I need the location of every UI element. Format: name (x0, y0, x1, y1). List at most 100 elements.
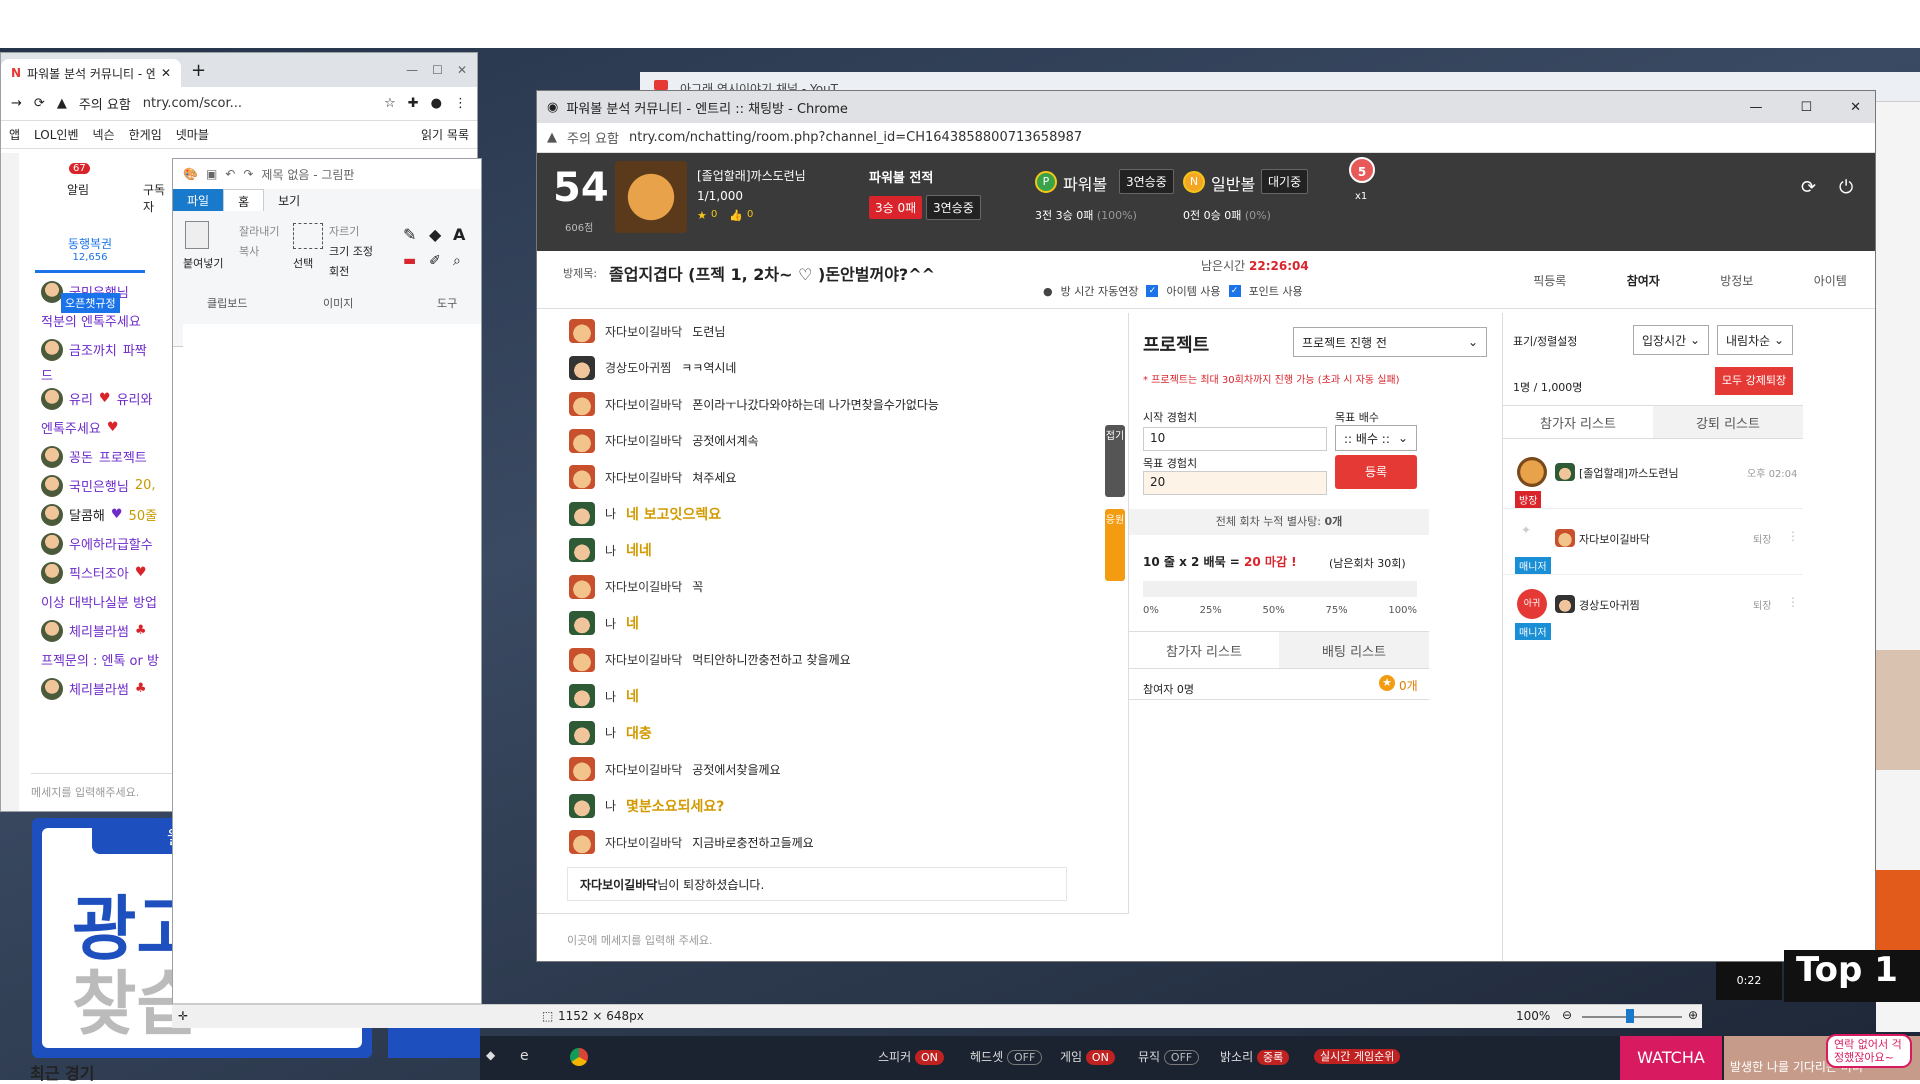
sort-field-select[interactable]: 입장시간 ⌄ (1633, 325, 1709, 355)
text-icon[interactable]: A (453, 225, 465, 244)
chrome-icon[interactable] (570, 1048, 588, 1066)
magnifier-icon[interactable]: ⌕ (453, 253, 461, 269)
level-avatar-icon[interactable] (569, 793, 595, 818)
tab-participant-list[interactable]: 참가자 리스트 (1503, 406, 1653, 438)
edge-icon[interactable]: e (520, 1048, 529, 1064)
fold-button[interactable]: 접기 (1105, 425, 1125, 497)
copy-button[interactable]: 복사 (239, 243, 259, 259)
fill-icon[interactable]: ◆ (429, 225, 441, 244)
tab-room-info[interactable]: 방정보 (1720, 272, 1753, 289)
headset-toggle[interactable]: 헤드셋 OFF (970, 1048, 1043, 1065)
level-avatar-icon[interactable] (569, 757, 595, 782)
chat-sender[interactable]: 자다보이길바닥 (605, 469, 682, 486)
security-warning-text[interactable]: 주의 요함 (567, 128, 619, 147)
bookmark-hangame[interactable]: 한게임 (129, 126, 162, 143)
more-icon[interactable]: ⋮ (1787, 595, 1799, 609)
level-avatar-icon[interactable] (569, 355, 595, 380)
chat-sender[interactable]: 나 (605, 724, 616, 741)
subtab-participants[interactable]: 참가자 리스트 (1129, 632, 1279, 668)
level-avatar-icon[interactable] (569, 611, 595, 636)
resize-button[interactable]: 크기 조정 (329, 243, 373, 259)
auto-extend-option[interactable]: 방 시간 자동연장 (1061, 283, 1139, 299)
chat-sender[interactable]: 자다보이길바닥 (605, 323, 682, 340)
subscribe-label[interactable]: 구독자 (143, 181, 171, 215)
security-warning-text[interactable]: 주의 요함 (79, 94, 131, 113)
multiplier-badge[interactable]: 5 (1349, 157, 1375, 183)
chat-sender[interactable]: 경상도아귀찜 (605, 359, 671, 376)
tab-items[interactable]: 아이템 (1814, 272, 1847, 289)
tab-kicked-list[interactable]: 강퇴 리스트 (1653, 406, 1803, 438)
profile-icon[interactable]: ● (431, 96, 442, 111)
back-arrow-icon[interactable]: → (11, 96, 22, 111)
tab-participants[interactable]: 참여자 (1627, 272, 1660, 289)
level-avatar-icon[interactable] (569, 538, 595, 563)
level-avatar-icon[interactable] (569, 647, 595, 672)
open-chat-rule-badge[interactable]: 오픈챗규정 (61, 293, 120, 313)
target-mult-select[interactable]: :: 배수 :: ⌄ (1335, 425, 1417, 451)
close-window-icon[interactable]: ✕ (457, 63, 467, 77)
eraser-icon[interactable]: ▬ (403, 253, 416, 269)
register-button[interactable]: 등록 (1335, 455, 1417, 489)
level-avatar-icon[interactable] (569, 501, 595, 526)
alarm-label[interactable]: 알림 (67, 181, 89, 198)
rotate-button[interactable]: 회전 (329, 263, 349, 279)
kick-all-button[interactable]: 모두 강제퇴장 (1715, 367, 1793, 395)
watcha-banner[interactable]: WATCHA (1620, 1036, 1722, 1080)
start-exp-input[interactable]: 10 (1143, 427, 1327, 451)
level-avatar-icon[interactable] (569, 392, 595, 417)
point-checkbox[interactable]: ✓ (1228, 285, 1241, 297)
minimize-icon[interactable]: — (406, 63, 418, 77)
chat-sender[interactable]: 나 (605, 542, 616, 559)
menu-icon[interactable]: ⋮ (454, 96, 467, 111)
select-icon[interactable] (293, 223, 323, 249)
refresh-icon[interactable]: ⟳ (1801, 177, 1816, 198)
chat-sender[interactable]: 나 (605, 688, 616, 705)
new-tab-icon[interactable]: + (191, 60, 206, 81)
paint-tab-view[interactable]: 보기 (264, 189, 314, 211)
sort-order-select[interactable]: 내림차순 ⌄ (1717, 325, 1793, 355)
level-avatar-icon[interactable] (569, 428, 595, 453)
bookmark-lolinven[interactable]: LOL인벤 (34, 126, 78, 143)
level-avatar-icon[interactable] (569, 830, 595, 855)
target-exp-input[interactable]: 20 (1143, 471, 1327, 495)
close-window-icon[interactable]: ✕ (1850, 100, 1861, 115)
back-browser-tab[interactable]: N 파워볼 분석 커뮤니티 - 엔트 ✕ (1, 59, 181, 87)
member-row[interactable]: 아귀 매니저 경상도아귀찜 퇴장 ⋮ (1503, 575, 1803, 641)
subtab-bettings[interactable]: 배팅 리스트 (1279, 632, 1429, 668)
paste-icon[interactable] (185, 221, 209, 249)
tab-pick-register[interactable]: 픽등록 (1533, 272, 1566, 289)
project-status-select[interactable]: 프로젝트 진행 전 ⌄ (1293, 327, 1487, 357)
member-row[interactable]: 방장 [졸업할래]까스도련님 오후 02:04 (1503, 443, 1803, 509)
paint-canvas[interactable] (183, 324, 481, 997)
chat-input[interactable]: 이곳에 메세지를 입력해 주세요. (567, 932, 713, 948)
minimize-icon[interactable]: — (1749, 100, 1762, 115)
chat-sender[interactable]: 자다보이길바닥 (605, 834, 682, 851)
zoom-slider-thumb[interactable] (1626, 1009, 1634, 1023)
bookmark-nexon[interactable]: 넥슨 (93, 126, 115, 143)
paint-tab-file[interactable]: 파일 (173, 189, 224, 211)
chat-sender[interactable]: 자다보이길바닥 (605, 432, 682, 449)
select-button[interactable]: 선택 (293, 255, 313, 271)
redo-icon[interactable]: ↷ (243, 167, 253, 181)
paint-tab-home[interactable]: 홈 (223, 189, 265, 211)
url-text[interactable]: ntry.com/scor... (143, 96, 242, 111)
cheer-button[interactable]: 응원 (1105, 509, 1125, 581)
chat-sender[interactable]: 나 (605, 505, 616, 522)
cut-button[interactable]: 잘라내기 (239, 223, 279, 239)
undo-icon[interactable]: ↶ (225, 167, 235, 181)
zoom-out-icon[interactable]: ⊖ (1562, 1008, 1572, 1022)
level-avatar-icon[interactable] (569, 720, 595, 745)
member-row[interactable]: ✦ 매니저 자다보이길바닥 퇴장 ⋮ (1503, 509, 1803, 575)
sound-toggle[interactable]: 밝소리 중록 (1220, 1048, 1290, 1065)
realtime-ranking-button[interactable]: 실시간 게임순위 (1314, 1049, 1401, 1064)
reload-icon[interactable]: ⟳ (34, 96, 45, 111)
chat-sender[interactable]: 자다보이길바닥 (605, 651, 682, 668)
host-name[interactable]: [졸업할래]까스도련님 (697, 167, 806, 184)
item-checkbox[interactable]: ✓ (1146, 285, 1159, 297)
level-avatar-icon[interactable] (569, 465, 595, 490)
host-avatar[interactable] (615, 161, 687, 233)
extensions-icon[interactable]: ✚ (408, 96, 419, 111)
maximize-icon[interactable]: ☐ (1800, 100, 1812, 115)
chat-sender[interactable]: 나 (605, 615, 616, 632)
zoom-in-icon[interactable]: ⊕ (1688, 1008, 1698, 1022)
